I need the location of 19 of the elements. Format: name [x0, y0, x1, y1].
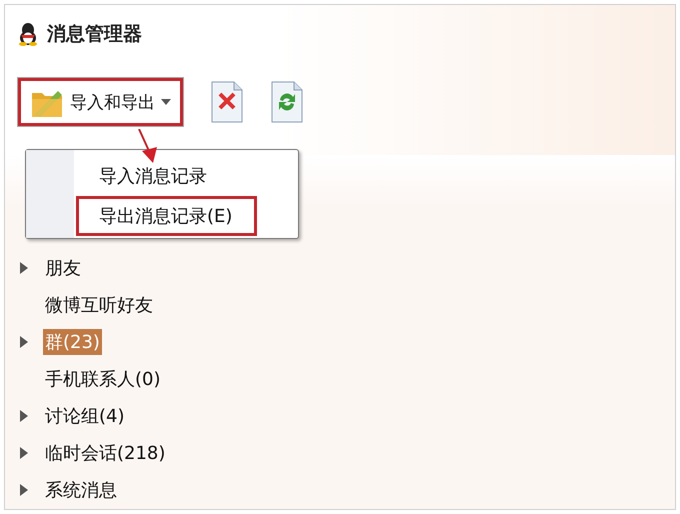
tree-item[interactable]: 临时会话(218) [43, 440, 168, 466]
menu-item[interactable]: 导出消息记录(E) [76, 196, 258, 236]
caret-icon [161, 99, 171, 105]
penguin-icon [17, 22, 39, 46]
tree-item[interactable]: 微博互听好友 [43, 292, 155, 318]
expand-arrow-icon[interactable] [19, 446, 29, 458]
tree-item[interactable]: 朋友 [43, 254, 83, 280]
expand-arrow-icon[interactable] [19, 262, 29, 274]
expand-arrow-icon[interactable] [19, 336, 29, 348]
expand-arrow-icon[interactable] [19, 484, 29, 496]
import-export-button[interactable]: 导入和导出 [17, 77, 184, 127]
tree-item[interactable]: 手机联系人(0) [43, 366, 162, 392]
refresh-icon[interactable] [270, 80, 304, 124]
tree-item[interactable]: 讨论组(4) [43, 402, 126, 428]
tree-item[interactable]: 系统消息 [43, 476, 119, 502]
window-title: 消息管理器 [47, 22, 142, 47]
expand-arrow-icon[interactable] [19, 410, 29, 422]
menu-item[interactable]: 导入消息记录 [76, 156, 258, 196]
delete-icon[interactable] [210, 80, 244, 124]
